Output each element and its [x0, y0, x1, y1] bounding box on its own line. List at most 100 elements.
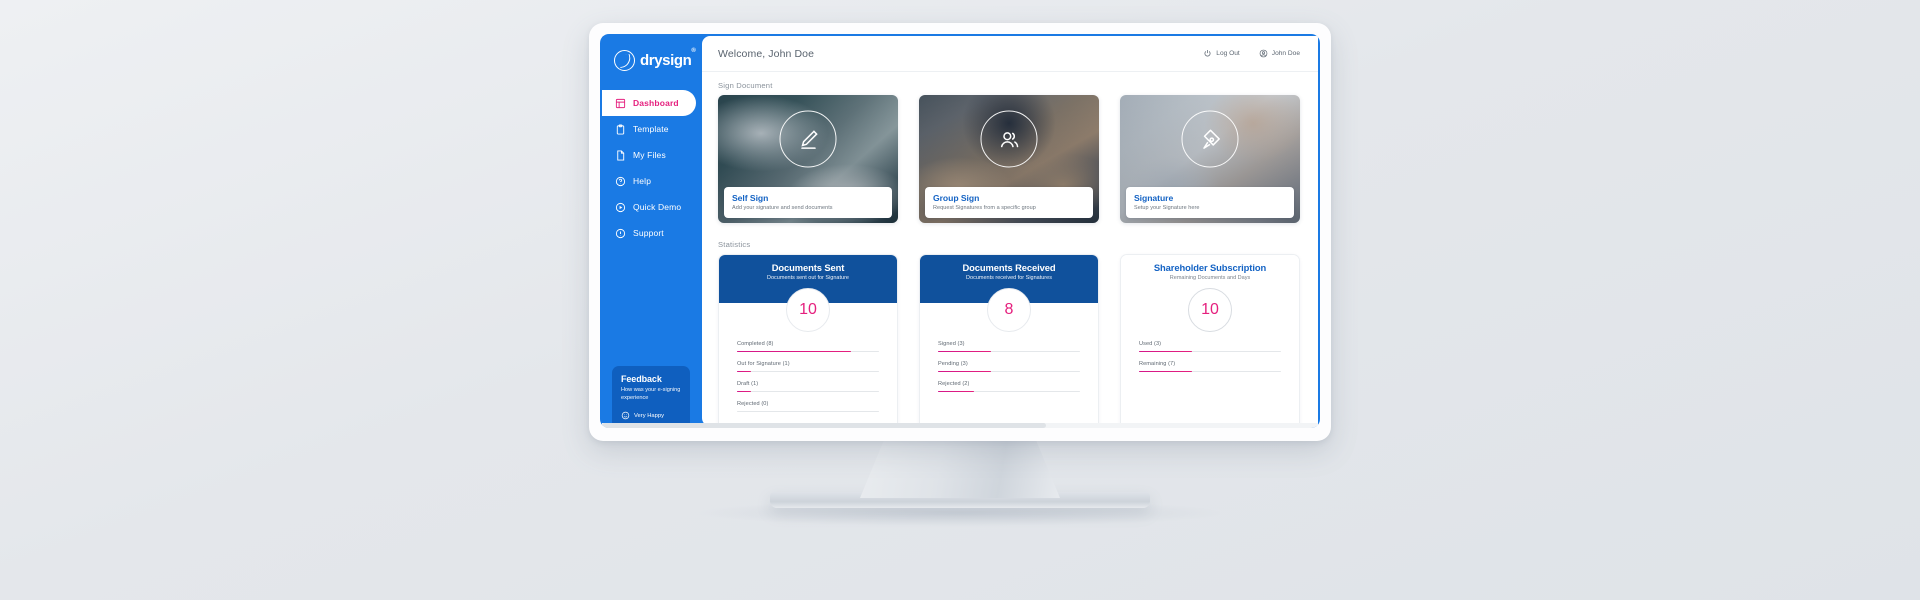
brand-logo[interactable]: drysign®: [602, 36, 702, 84]
card-icon-ring: [779, 110, 837, 168]
group-sign-card[interactable]: Group Sign Request Signatures from a spe…: [919, 95, 1099, 223]
sidebar-item-label: My Files: [633, 150, 666, 160]
fountain-pen-icon: [1197, 126, 1223, 152]
stat-title: Documents Sent: [771, 262, 845, 273]
card-subtitle: Request Signatures from a specific group: [933, 205, 1036, 211]
brand-trademark: ®: [691, 47, 696, 54]
drysign-logo-icon: [614, 49, 635, 71]
signature-card[interactable]: Signature Setup your Signature here: [1120, 95, 1300, 223]
dashboard-icon: [615, 98, 626, 109]
sidebar-nav: Dashboard Template My Files Help Quick D…: [602, 90, 702, 246]
statistics-section-label: Statistics: [718, 240, 751, 249]
sidebar-item-label: Quick Demo: [633, 202, 682, 212]
sign-document-cards: Self Sign Add your signature and send do…: [718, 95, 1300, 223]
bar-track: [737, 370, 879, 373]
sidebar-item-label: Dashboard: [633, 98, 679, 108]
bar-row: Completed (8): [737, 341, 879, 353]
sidebar-item-support[interactable]: Support: [602, 220, 702, 246]
card-subtitle: Add your signature and send documents: [732, 205, 833, 211]
feedback-widget[interactable]: Feedback How was your e-signing experien…: [612, 365, 690, 426]
user-name-label: John Doe: [1271, 50, 1300, 57]
bar-label: Signed (3): [938, 341, 965, 347]
bar-row: Signed (3): [938, 341, 1080, 353]
topbar-actions: Log Out John Doe: [1203, 49, 1300, 58]
card-label: Group Sign Request Signatures from a spe…: [925, 187, 1093, 218]
bar-fill: [1139, 370, 1192, 373]
user-menu[interactable]: John Doe: [1259, 49, 1300, 58]
card-label: Self Sign Add your signature and send do…: [724, 187, 892, 218]
bar-fill: [737, 390, 752, 393]
stat-subtitle: Documents sent out for Signature: [767, 275, 849, 281]
main-content: Welcome, John Doe Log Out John Doe Sign …: [702, 36, 1318, 426]
bar-row: Draft (1): [737, 381, 879, 393]
stat-bars: Signed (3) Pending (3) Rejected (2): [938, 341, 1080, 401]
feedback-rating-label: Very Happy: [634, 412, 664, 419]
bar-row: Rejected (0): [737, 401, 879, 413]
logout-label: Log Out: [1216, 50, 1240, 57]
feedback-rating[interactable]: Very Happy: [621, 411, 682, 420]
feedback-title: Feedback: [621, 373, 662, 384]
sidebar-item-help[interactable]: Help: [602, 168, 702, 194]
user-circle-icon: [1259, 49, 1268, 58]
sign-document-section-label: Sign Document: [718, 81, 773, 90]
bar-row: Rejected (2): [938, 381, 1080, 393]
card-title: Group Sign: [933, 193, 980, 203]
bar-row: Used (3): [1139, 341, 1281, 353]
bar-label: Rejected (2): [938, 381, 970, 388]
app-window: drysign® Dashboard Template My Files Hel…: [600, 34, 1320, 428]
stat-title: Shareholder Subscription: [1153, 262, 1267, 273]
bar-fill: [938, 370, 991, 373]
bar-fill: [1139, 350, 1192, 353]
bar-label: Completed (8): [737, 341, 774, 347]
stat-total: 8: [987, 288, 1031, 332]
scrollbar-thumb[interactable]: [602, 423, 1046, 428]
smiley-icon: [621, 411, 630, 420]
bar-track: [938, 370, 1080, 373]
pen-signature-icon: [795, 126, 821, 152]
documents-sent-card: Documents Sent Documents sent out for Si…: [718, 254, 898, 426]
welcome-title: Welcome, John Doe: [718, 47, 815, 60]
sidebar-item-quick-demo[interactable]: Quick Demo: [602, 194, 702, 220]
file-icon: [615, 149, 626, 161]
card-title: Self Sign: [732, 193, 769, 203]
stat-total: 10: [786, 288, 830, 332]
stat-title: Documents Received: [962, 262, 1056, 273]
stat-bars: Completed (8) Out for Signature (1) Draf…: [737, 341, 879, 421]
bar-fill: [737, 350, 851, 353]
group-users-icon: [996, 126, 1022, 152]
bar-row: Remaining (7): [1139, 361, 1281, 373]
bar-row: Pending (3): [938, 361, 1080, 373]
stat-subtitle: Remaining Documents and Days: [1169, 275, 1251, 281]
sidebar: drysign® Dashboard Template My Files Hel…: [602, 36, 702, 426]
question-icon: [615, 176, 626, 187]
monitor-frame: drysign® Dashboard Template My Files Hel…: [589, 23, 1331, 441]
shareholder-subscription-card: Shareholder Subscription Remaining Docum…: [1120, 254, 1300, 426]
sidebar-item-my-files[interactable]: My Files: [602, 142, 702, 168]
card-icon-ring: [980, 110, 1038, 168]
bar-fill: [938, 350, 991, 353]
self-sign-card[interactable]: Self Sign Add your signature and send do…: [718, 95, 898, 223]
bar-label: Used (3): [1139, 341, 1162, 347]
stat-total: 10: [1188, 288, 1232, 332]
monitor-stand-neck: [860, 440, 1060, 498]
topbar: Welcome, John Doe Log Out John Doe: [702, 36, 1318, 72]
power-icon: [1203, 49, 1212, 58]
stat-subtitle: Documents received for Signatures: [966, 275, 1052, 281]
bar-fill: [938, 390, 974, 393]
bar-label: Out for Signature (1): [737, 361, 790, 368]
sidebar-item-template[interactable]: Template: [602, 116, 702, 142]
bar-track: [737, 410, 879, 413]
bar-label: Rejected (0): [737, 401, 769, 408]
brand-name: drysign®: [640, 47, 696, 69]
feedback-subtitle: How was your e-signing experience: [621, 386, 681, 401]
horizontal-scrollbar[interactable]: [602, 423, 1318, 428]
info-icon: [615, 228, 626, 239]
logout-button[interactable]: Log Out: [1203, 49, 1240, 58]
card-subtitle: Setup your Signature here: [1134, 205, 1200, 211]
bar-track: [1139, 350, 1281, 353]
card-label: Signature Setup your Signature here: [1126, 187, 1294, 218]
sidebar-item-label: Help: [633, 176, 652, 186]
sidebar-item-dashboard[interactable]: Dashboard: [602, 90, 696, 116]
bar-fill: [737, 370, 752, 373]
card-icon-ring: [1181, 110, 1239, 168]
